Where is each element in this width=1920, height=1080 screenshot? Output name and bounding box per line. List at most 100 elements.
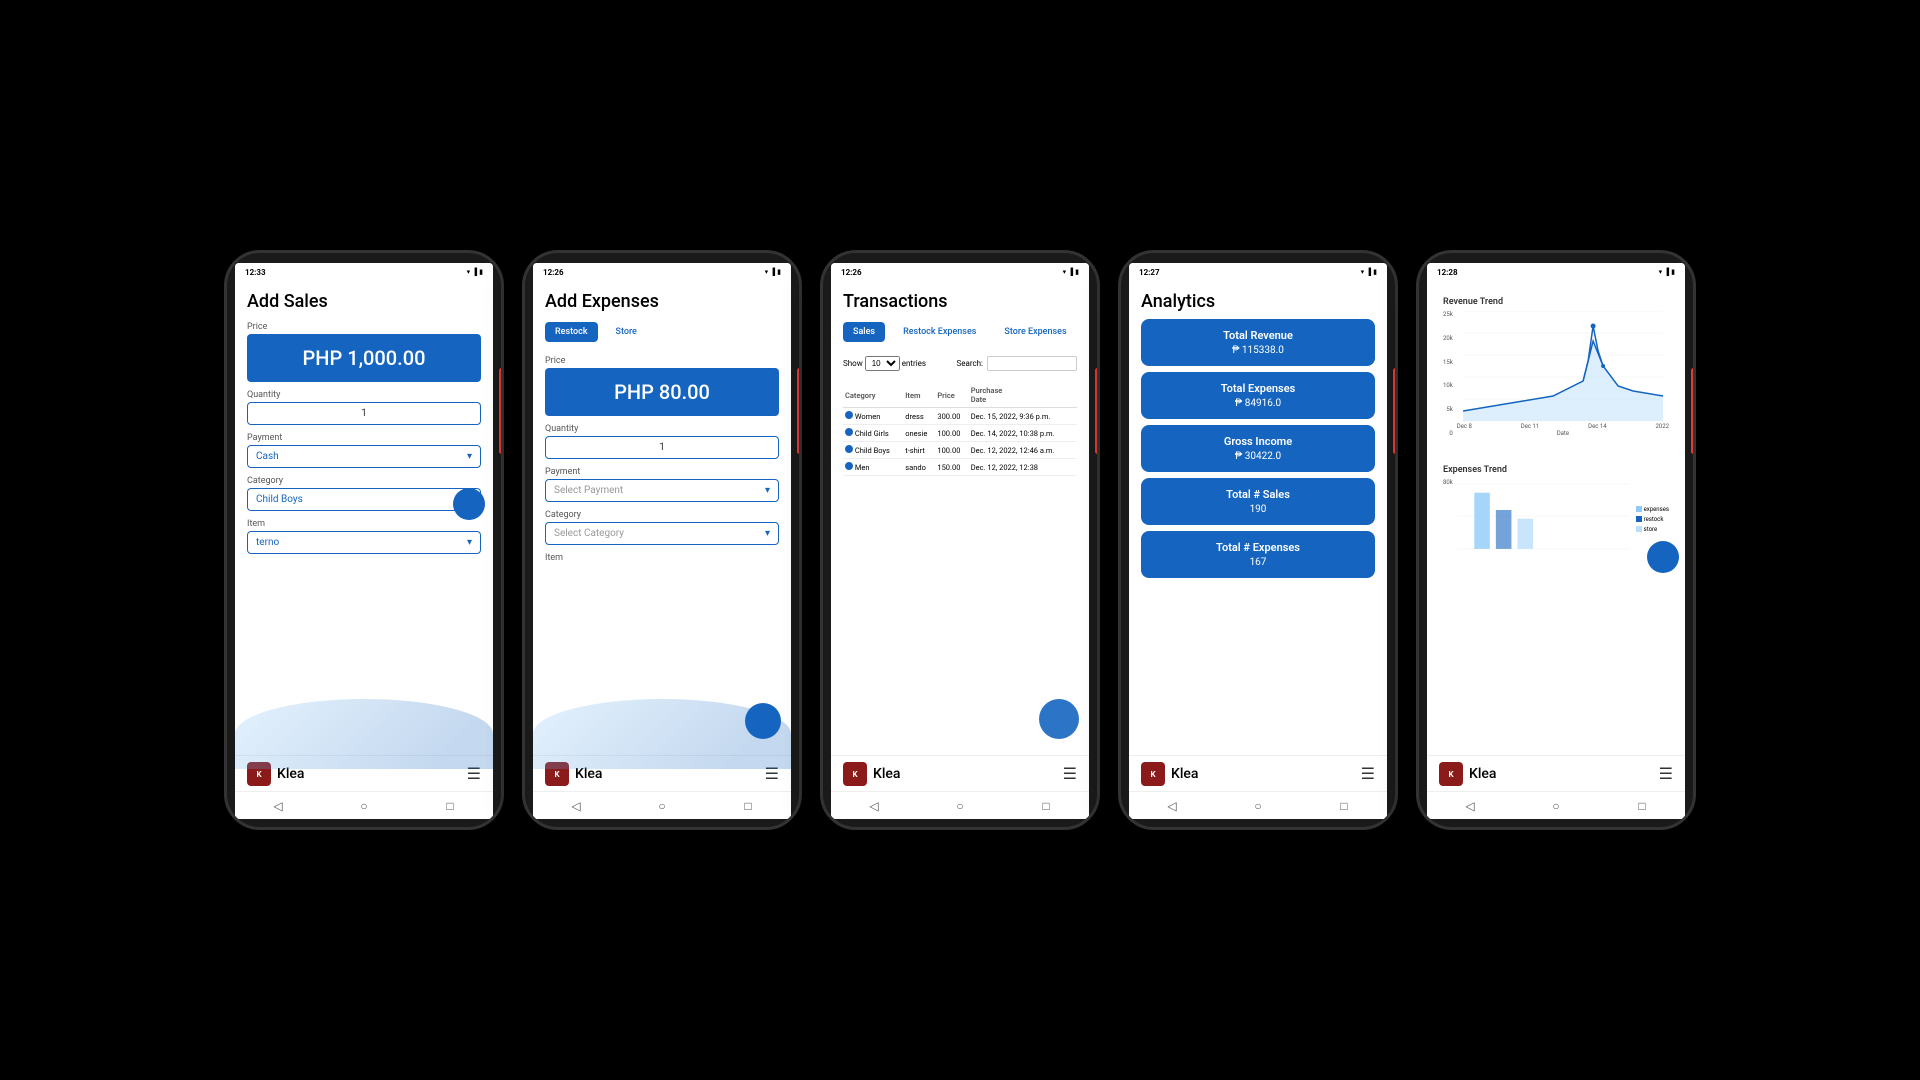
wifi-icon-3: ▾ [1063,268,1067,276]
tab-sales[interactable]: Sales [843,322,885,342]
status-bar-2: 12:26 ▾ ▐ ▮ [533,263,791,281]
show-label: Show [843,359,863,368]
back-nav-1[interactable]: ◁ [271,799,285,813]
item-select-1[interactable]: terno ▾ [247,531,481,554]
expense-y-labels: 80k [1443,479,1455,559]
qty-label-2: Quantity [545,424,779,434]
row-radio [845,428,853,436]
item-label-2: Item [545,553,779,563]
expenses-chart-title: Expenses Trend [1443,465,1669,475]
home-nav-3[interactable]: ○ [953,799,967,813]
tab-restock-exp[interactable]: Restock Expenses [893,322,986,342]
transactions-content: Transactions Sales Restock Expenses Stor… [831,281,1089,755]
home-nav-1[interactable]: ○ [357,799,371,813]
revenue-chart-wrapper: 25k 20k 15k 10k 5k 0 [1443,311,1669,437]
search-input-3[interactable] [987,356,1077,371]
payment-placeholder-2: Select Payment [554,485,623,496]
table-controls: Show 10 entries Search: [843,356,1077,371]
status-time-4: 12:27 [1139,268,1160,277]
payment-select-2[interactable]: Select Payment ▾ [545,479,779,502]
status-bar-3: 12:26 ▾ ▐ ▮ [831,263,1089,281]
nav-bar-4: ◁ ○ □ [1129,791,1387,819]
table-row[interactable]: Men sando 150.00 Dec. 12, 2022, 12:38 [843,459,1077,476]
card-value: ₱ 115338.0 [1153,345,1363,356]
item-field-group: Item terno ▾ [247,519,481,554]
klea-logo-3: K [843,762,867,786]
recents-nav-2[interactable]: □ [741,799,755,813]
payment-select-1[interactable]: Cash ▾ [247,445,481,468]
back-nav-3[interactable]: ◁ [867,799,881,813]
home-nav-5[interactable]: ○ [1549,799,1563,813]
nav-bar-5: ◁ ○ □ [1427,791,1685,819]
recents-nav-3[interactable]: □ [1039,799,1053,813]
status-time-5: 12:28 [1437,268,1458,277]
entries-select[interactable]: 10 [865,356,900,371]
analytics-card: Gross Income₱ 30422.0 [1141,425,1375,472]
back-nav-5[interactable]: ◁ [1463,799,1477,813]
item-label-1: Item [247,519,481,529]
payment-arrow-2: ▾ [765,485,770,496]
price-label-2: Price [545,356,779,366]
klea-logo-4: K [1141,762,1165,786]
tab-restock[interactable]: Restock [545,322,598,342]
category-field-group: Category Child Boys ▾ [247,476,481,511]
recents-nav-5[interactable]: □ [1635,799,1649,813]
table-row[interactable]: Women dress 300.00 Dec. 15, 2022, 9:36 p… [843,408,1077,425]
cat-label-2: Category [545,510,779,520]
legend-expenses: expenses [1636,506,1669,513]
entries-label: entries [902,359,926,368]
legend-store-label: store [1644,526,1658,533]
item-value-1: terno [256,537,279,548]
price-box-2: PHP 80.00 [545,368,779,416]
hamburger-5[interactable]: ☰ [1659,764,1673,783]
tab-store[interactable]: Store [606,322,647,342]
recents-nav-4[interactable]: □ [1337,799,1351,813]
payment-label-1: Payment [247,433,481,443]
signal-icon-2: ▐ [770,268,775,276]
tab-store-exp[interactable]: Store Expenses [994,322,1076,342]
status-time-3: 12:26 [841,268,862,277]
app-bar-3: K Klea ☰ [831,755,1089,791]
cat-select-2[interactable]: Select Category ▾ [545,522,779,545]
qty-input-1[interactable]: 1 [247,402,481,425]
item-arrow-1: ▾ [467,537,472,548]
qty-input-2[interactable]: 1 [545,436,779,459]
back-nav-2[interactable]: ◁ [569,799,583,813]
table-row[interactable]: Child Girls onesie 100.00 Dec. 14, 2022,… [843,425,1077,442]
recents-nav-1[interactable]: □ [443,799,457,813]
home-nav-2[interactable]: ○ [655,799,669,813]
card-value: ₱ 84916.0 [1153,398,1363,409]
hamburger-4[interactable]: ☰ [1361,764,1375,783]
search-label: Search: [956,359,983,368]
col-date: PurchaseDate [969,383,1077,408]
card-value: 190 [1153,504,1363,515]
item-field-group-2: Item [545,553,779,565]
status-icons-5: ▾ ▐ ▮ [1659,268,1675,276]
home-nav-4[interactable]: ○ [1251,799,1265,813]
cat-value-1: Child Boys [256,494,303,505]
page-title-transactions: Transactions [843,291,1077,312]
back-nav-4[interactable]: ◁ [1165,799,1179,813]
col-category: Category [843,383,903,408]
page-title-sales: Add Sales [247,291,481,312]
status-time-1: 12:33 [245,268,266,277]
payment-field-group: Payment Cash ▾ [247,433,481,468]
legend-restock: restock [1636,516,1669,523]
klea-logo-5: K [1439,762,1463,786]
float-circle-2 [745,703,781,739]
status-bar-4: 12:27 ▾ ▐ ▮ [1129,263,1387,281]
x-axis-labels: Dec 8 Dec 11 Dec 14 2022 [1457,423,1669,430]
hamburger-3[interactable]: ☰ [1063,764,1077,783]
transactions-table: Category Item Price PurchaseDate Women d… [843,383,1077,476]
cat-select-1[interactable]: Child Boys ▾ [247,488,481,511]
wifi-icon: ▾ [467,268,471,276]
table-row[interactable]: Child Boys t-shirt 100.00 Dec. 12, 2022,… [843,442,1077,459]
card-title: Total Expenses [1153,382,1363,395]
x-dec8: Dec 8 [1457,423,1472,430]
phones-container: 12:33 ▾ ▐ ▮ Add Sales Price PHP 1,000.00… [224,250,1696,830]
klea-brand-5: Klea [1469,766,1496,782]
float-circle-3 [1039,699,1079,739]
y-25k: 25k [1443,311,1453,318]
revenue-chart-title: Revenue Trend [1443,297,1669,307]
add-sales-content: Add Sales Price PHP 1,000.00 Quantity 1 … [235,281,493,755]
